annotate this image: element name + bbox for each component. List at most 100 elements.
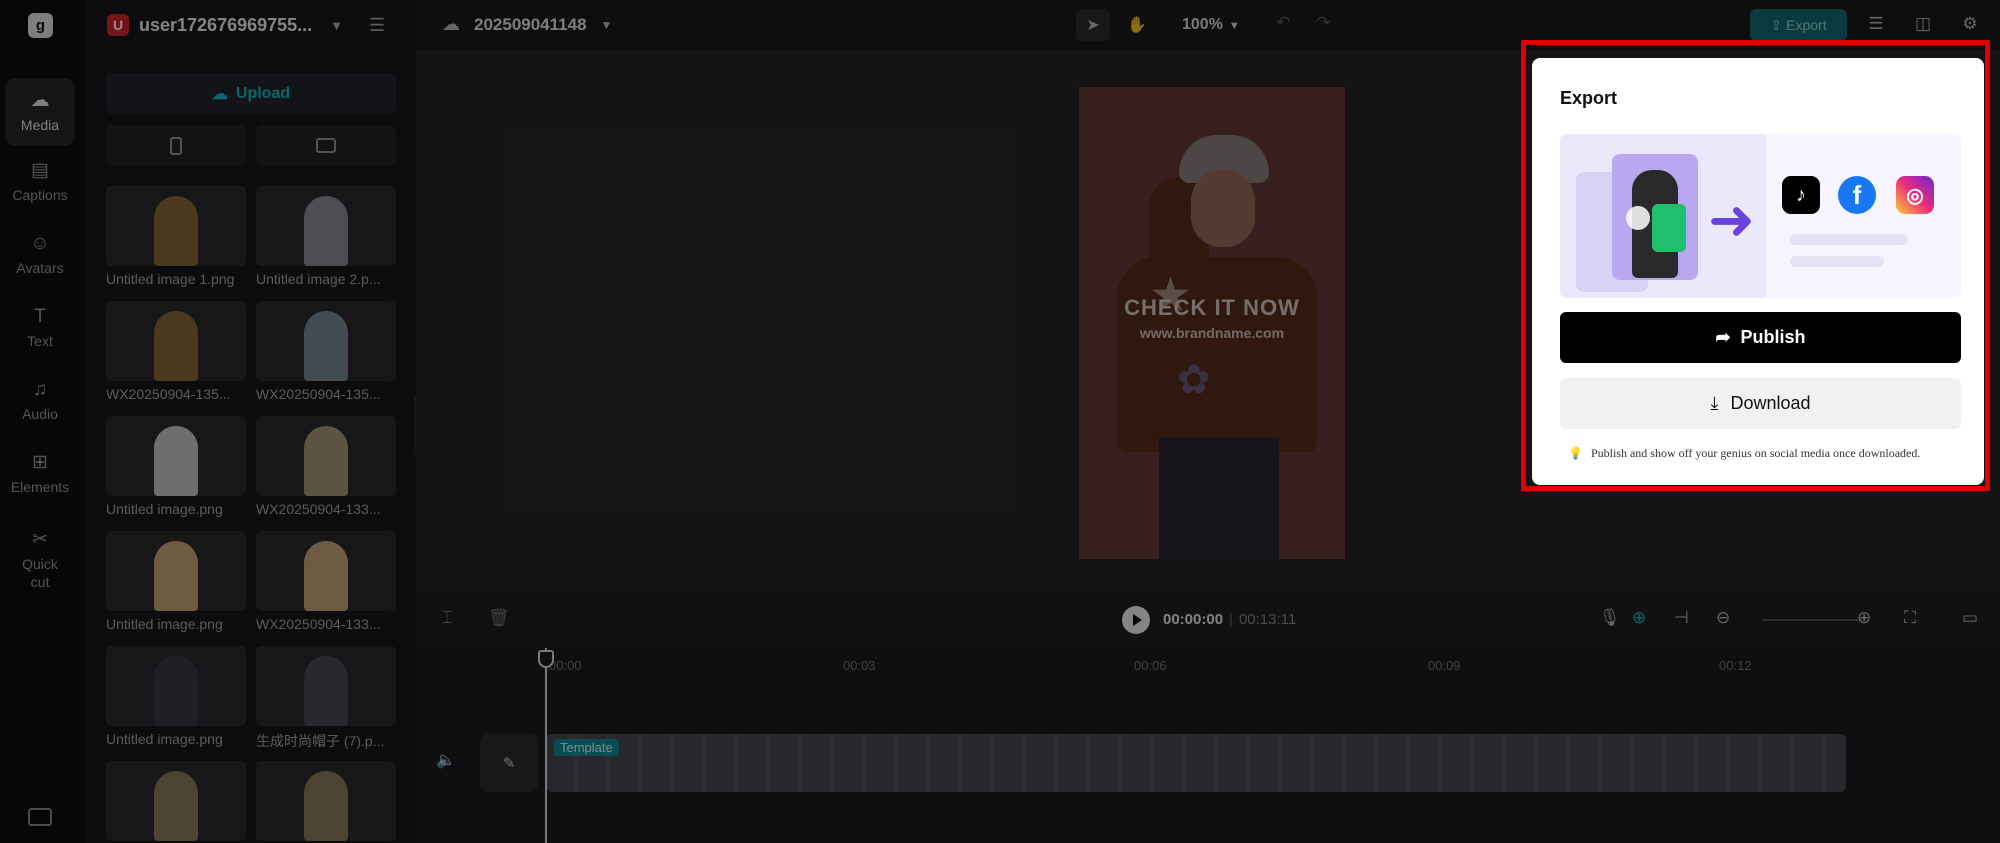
sort-icon[interactable]: ☰: [369, 15, 385, 36]
keyboard-shortcuts-icon[interactable]: [28, 808, 52, 826]
preview-figure-face: [1191, 169, 1255, 247]
media-thumbnail[interactable]: Untitled image 2.p...: [256, 186, 396, 287]
media-thumbnail-image: [256, 301, 396, 381]
media-thumbnail-name: WX20250904-133...: [256, 616, 381, 632]
project-title[interactable]: ☁ 202509041148 ▼: [442, 14, 612, 35]
redo-icon[interactable]: ↷: [1316, 13, 1330, 33]
media-thumbnail-name: Untitled image.png: [106, 501, 223, 517]
media-thumbnail[interactable]: Untitled image 1.png: [106, 186, 246, 287]
clip-label: Template: [554, 739, 619, 756]
media-thumbnail[interactable]: 生成时尚帽子 (7).p...: [256, 646, 396, 751]
media-thumbnail-image: [106, 186, 246, 266]
thumbnail-figure: [304, 771, 348, 841]
playhead[interactable]: [545, 648, 547, 843]
media-panel: U user172676969755... ▼ ☰ ☁ Upload Untit…: [85, 0, 416, 843]
elements-icon: ⊞: [32, 451, 48, 473]
zoom-select[interactable]: 100% ▼: [1182, 16, 1240, 34]
media-thumbnail[interactable]: Untitled image.png: [106, 646, 246, 747]
rail-item-audio[interactable]: ♫ Audio: [5, 367, 75, 435]
template-clip[interactable]: Template: [546, 734, 1846, 792]
media-thumbnail-name: Untitled image.png: [106, 616, 223, 632]
media-thumbnail-image: [106, 646, 246, 726]
thumbnail-figure: [154, 426, 198, 496]
media-thumbnail[interactable]: Untitled image.png: [106, 416, 246, 517]
media-thumbnail-image: [106, 301, 246, 381]
thumbnail-figure: [304, 656, 348, 726]
gear-icon[interactable]: ⚙: [1960, 14, 1980, 34]
username: user172676969755...: [139, 14, 313, 35]
playback-bar: ⌶ 🗑 00:00:00 | 00:13:11 🎙 ⊕ ⊣ ⊖ ⊕ ⛶ ▭: [416, 590, 2000, 648]
media-thumbnail[interactable]: [106, 761, 246, 841]
avatar-icon: ☺: [30, 232, 50, 254]
media-thumbnail-image: [106, 531, 246, 611]
rail-item-quick-cut[interactable]: ✂ Quick cut: [5, 520, 75, 600]
phone-icon: [170, 136, 182, 155]
chevron-down-icon: ▼: [330, 17, 344, 33]
media-thumbnail[interactable]: WX20250904-135...: [106, 301, 246, 402]
media-thumbnail-image: [256, 416, 396, 496]
align-icon[interactable]: ⊣: [1674, 608, 1689, 628]
magnet-icon[interactable]: ⊕: [1632, 608, 1646, 628]
landscape-filter-button[interactable]: [256, 125, 396, 166]
instagram-icon: ◎: [1896, 176, 1934, 214]
text-icon: T: [34, 305, 46, 327]
select-tool-button[interactable]: ➤: [1076, 9, 1110, 41]
upload-cloud-icon: ☁: [30, 89, 50, 111]
play-button[interactable]: [1122, 606, 1150, 634]
media-thumbnail-image: [256, 646, 396, 726]
thumbnail-figure: [304, 426, 348, 496]
playhead-handle[interactable]: [538, 650, 554, 668]
rail-item-avatars[interactable]: ☺ Avatars: [5, 221, 75, 289]
media-thumbnail-name: WX20250904-133...: [256, 501, 381, 517]
media-thumbnail[interactable]: WX20250904-135...: [256, 301, 396, 402]
captions-icon: ▤: [31, 159, 49, 181]
video-preview[interactable]: ★ ✿ CHECK IT NOW www.brandname.com: [1079, 87, 1345, 559]
user-switcher[interactable]: U user172676969755... ▼: [107, 14, 343, 36]
timeline-zoom-slider[interactable]: [1762, 619, 1862, 621]
volume-icon[interactable]: 🔈: [436, 750, 456, 770]
publish-button[interactable]: ➦ Publish: [1560, 312, 1961, 363]
upload-button[interactable]: ☁ Upload: [106, 73, 396, 114]
undo-icon[interactable]: ↶: [1276, 13, 1290, 33]
download-button[interactable]: ⤓ Download: [1560, 378, 1961, 429]
media-thumbnail[interactable]: [256, 761, 396, 841]
rail-item-captions[interactable]: ▤ Captions: [5, 148, 75, 216]
timeline-ruler[interactable]: 00:00 00:03 00:06 00:09 00:12: [416, 648, 2000, 688]
export-button[interactable]: ⇪ Export: [1750, 9, 1847, 41]
zoom-in-icon[interactable]: ⊕: [1857, 608, 1871, 628]
media-thumbnail[interactable]: WX20250904-133...: [256, 416, 396, 517]
chevron-down-icon: ▼: [1228, 20, 1240, 32]
media-thumbnail-image: [256, 761, 396, 841]
layout-icon[interactable]: ◫: [1913, 14, 1933, 34]
rail-item-elements[interactable]: ⊞ Elements: [5, 440, 75, 508]
thumbnail-figure: [154, 541, 198, 611]
video-url-text: www.brandname.com: [1139, 325, 1285, 341]
share-icon: ➦: [1715, 327, 1731, 347]
portrait-filter-button[interactable]: [106, 125, 246, 166]
arrow-icon: ➜: [1708, 188, 1755, 251]
star-patch: ✿: [1177, 358, 1211, 402]
microphone-icon[interactable]: 🎙: [1599, 608, 1621, 628]
play-icon: [1626, 206, 1650, 230]
trash-icon[interactable]: 🗑: [488, 608, 510, 628]
hand-tool-button[interactable]: ✋: [1120, 9, 1154, 41]
thumbnail-figure: [154, 656, 198, 726]
upload-cloud-icon: ☁: [211, 85, 228, 103]
history-controls: ↶ ↷: [1276, 13, 1331, 33]
comment-icon[interactable]: ▭: [1962, 608, 1978, 628]
media-thumbnail[interactable]: Untitled image.png: [106, 531, 246, 632]
ruler-tick: 00:06: [1134, 658, 1167, 673]
split-icon[interactable]: ⌶: [442, 608, 452, 628]
zoom-out-icon[interactable]: ⊖: [1716, 608, 1730, 628]
app-logo[interactable]: g: [28, 13, 53, 38]
export-panel: Export ➜ ♪ f ◎ ➦ Publish ⤓ Download 💡 Pu…: [1532, 58, 1984, 485]
export-panel-title: Export: [1560, 88, 1618, 108]
rail-item-media[interactable]: ☁ Media: [5, 78, 75, 146]
fit-icon[interactable]: ⛶: [1904, 608, 1916, 628]
canvas-tools: ➤ ✋ 100% ▼: [1076, 9, 1240, 41]
ruler-tick: 00:12: [1719, 658, 1752, 673]
media-thumbnail[interactable]: WX20250904-133...: [256, 531, 396, 632]
layers-icon[interactable]: ☰: [1866, 14, 1886, 34]
rail-item-text[interactable]: T Text: [5, 294, 75, 362]
edit-track-button[interactable]: ✎: [480, 734, 538, 792]
